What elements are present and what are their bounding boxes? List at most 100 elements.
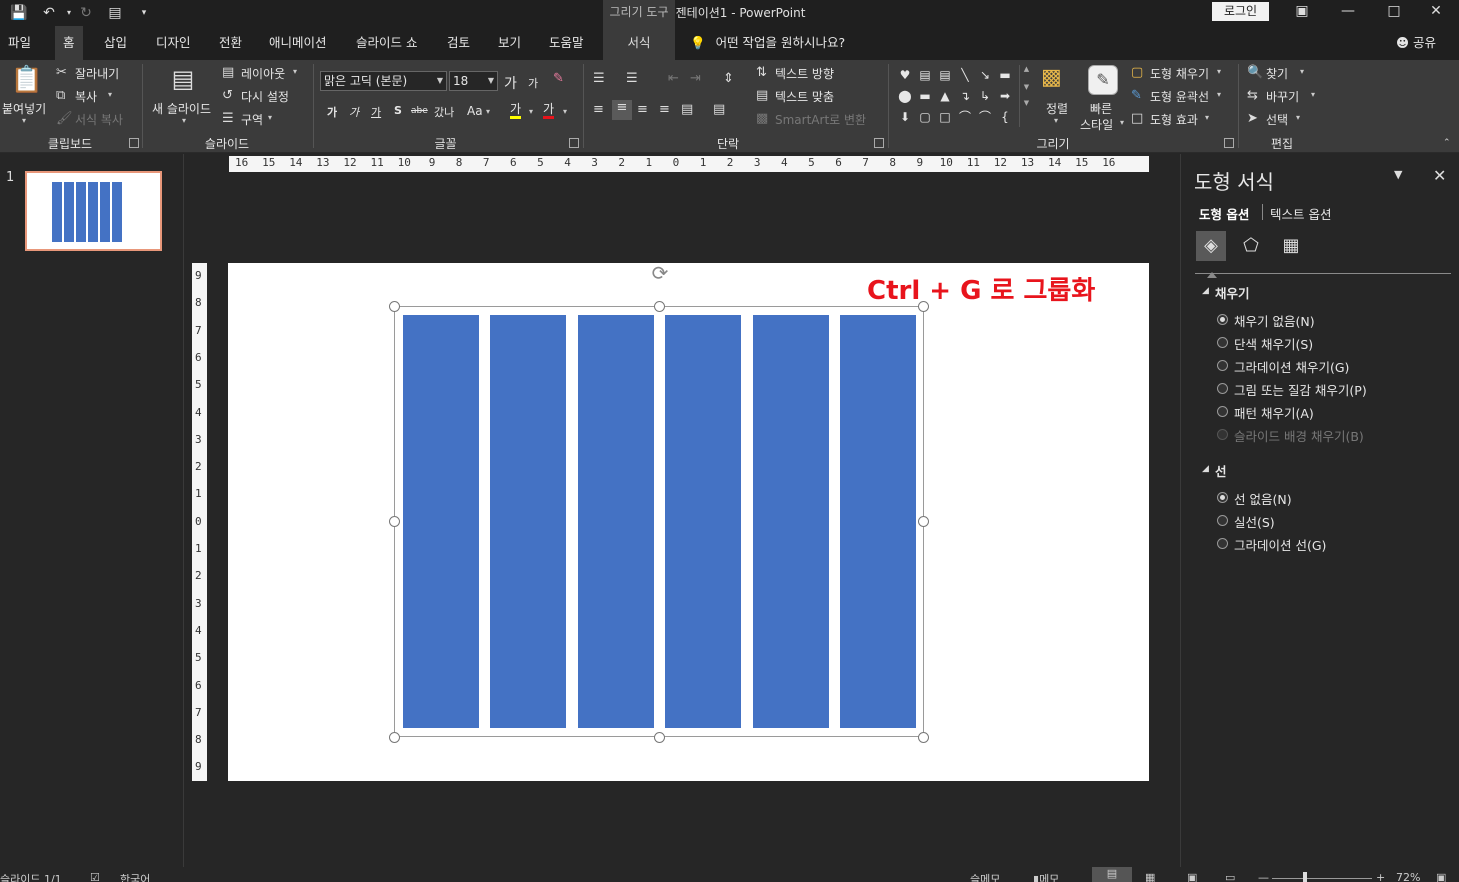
shape-fill-button[interactable]: 도형 채우기 <box>1150 65 1209 82</box>
bold-button[interactable]: 가 <box>327 104 337 120</box>
resize-handle-top-left[interactable] <box>389 301 400 312</box>
drawing-launcher-icon[interactable] <box>1224 138 1234 148</box>
justify-icon[interactable]: ≡ <box>659 102 670 117</box>
close-icon[interactable]: ✕ <box>1433 166 1446 185</box>
curve-shape-icon[interactable]: ⌒ <box>955 107 975 127</box>
slide-sorter-icon[interactable]: ▦ <box>1145 871 1155 882</box>
redo-icon[interactable]: ↻ <box>75 2 97 24</box>
numbering-icon[interactable]: ☰ <box>626 71 638 86</box>
tab-slideshow[interactable]: 슬라이드 쇼 <box>348 26 425 60</box>
annotation-text[interactable]: Ctrl + G 로 그룹화 <box>867 270 1095 307</box>
fit-to-window-icon[interactable]: ▣ <box>1436 871 1446 882</box>
shrink-font-button[interactable]: 가 <box>528 75 538 91</box>
arrow-line-shape-icon[interactable]: ↘ <box>975 65 995 85</box>
shape-fill-dropdown-icon[interactable]: ▾ <box>1217 67 1221 76</box>
align-text-button[interactable]: 텍스트 맞춤 <box>775 88 834 105</box>
tab-text-options[interactable]: 텍스트 옵션 <box>1270 204 1331 223</box>
clipboard-launcher-icon[interactable] <box>129 138 139 148</box>
gradient-fill-label[interactable]: 그라데이션 채우기(G) <box>1234 357 1349 376</box>
font-color-dropdown-icon[interactable]: ▾ <box>563 107 567 116</box>
format-painter-button[interactable]: 서식 복사 <box>75 111 123 128</box>
maximize-button[interactable]: □ <box>1371 0 1417 24</box>
tab-file[interactable]: 파일 <box>0 26 39 60</box>
shape-effects-dropdown-icon[interactable]: ▾ <box>1205 113 1209 122</box>
cut-button[interactable]: 잘라내기 <box>75 65 119 82</box>
rectangle-shape-icon[interactable]: ▬ <box>995 65 1015 85</box>
paste-button[interactable]: 붙여넣기 <box>2 100 46 117</box>
comments-button[interactable]: ▮메모 <box>1033 871 1059 882</box>
heart-shape-icon[interactable]: ♥ <box>895 65 915 85</box>
new-slide-button[interactable]: 새 슬라이드 <box>152 100 211 117</box>
callout-shape-icon[interactable]: ▢ <box>915 107 935 127</box>
tab-transitions[interactable]: 전환 <box>211 26 250 60</box>
columns-icon[interactable]: ▤ <box>713 102 725 117</box>
quick-styles-label-1[interactable]: 빠른 <box>1090 100 1112 117</box>
new-slide-icon[interactable]: ▤ <box>166 65 200 95</box>
align-right-icon[interactable]: ≡ <box>637 102 648 117</box>
find-dropdown-icon[interactable]: ▾ <box>1300 67 1304 76</box>
align-left-icon[interactable]: ≡ <box>593 102 604 117</box>
tab-format[interactable]: 서식 <box>603 26 675 60</box>
zoom-out-icon[interactable]: — <box>1258 871 1269 882</box>
close-button[interactable]: ✕ <box>1413 0 1459 24</box>
solid-fill-label[interactable]: 단색 채우기(S) <box>1234 334 1313 353</box>
radio-solid-line[interactable] <box>1217 515 1228 526</box>
zoom-in-icon[interactable]: + <box>1376 871 1385 882</box>
convert-smartart-button[interactable]: SmartArt로 변환 <box>775 111 866 128</box>
change-case-button[interactable]: Aa <box>467 104 483 118</box>
font-name-combo[interactable]: 맑은 고딕 (본문) ▼ <box>320 71 447 91</box>
paste-icon[interactable]: 📋 <box>10 65 44 97</box>
text-direction-button[interactable]: 텍스트 방향 <box>775 65 834 82</box>
resize-handle-bottom[interactable] <box>654 732 665 743</box>
line-shape-icon[interactable]: ╲ <box>955 65 975 85</box>
zoom-slider[interactable] <box>1272 878 1372 879</box>
character-spacing-button[interactable]: 갔나 <box>434 104 454 120</box>
italic-button[interactable]: 가 <box>349 104 359 120</box>
radio-gradient-line[interactable] <box>1217 538 1228 549</box>
decrease-indent-icon[interactable]: ⇤ <box>668 71 679 86</box>
no-fill-label[interactable]: 채우기 없음(N) <box>1234 311 1315 330</box>
distributed-icon[interactable]: ▤ <box>681 102 693 117</box>
customize-icon[interactable]: ▾ <box>133 2 155 24</box>
login-button[interactable]: 로그인 <box>1212 2 1269 21</box>
reading-view-icon[interactable]: ▣ <box>1187 871 1197 882</box>
radio-pattern-fill[interactable] <box>1217 406 1228 417</box>
down-arrow-shape-icon[interactable]: ⬇ <box>895 107 915 127</box>
replace-dropdown-icon[interactable]: ▾ <box>1311 90 1315 99</box>
font-size-combo[interactable]: 18 ▼ <box>449 71 498 91</box>
notes-button[interactable]: 슬메모 <box>970 871 1000 882</box>
resize-handle-top[interactable] <box>654 301 665 312</box>
reset-button[interactable]: 다시 설정 <box>241 88 289 105</box>
clear-formatting-icon[interactable]: ✎ <box>553 71 564 86</box>
chevron-up-icon[interactable]: ▲ <box>1020 65 1033 73</box>
slide-thumbnail[interactable] <box>25 171 162 251</box>
textbox-shape-icon[interactable]: ▤ <box>915 65 935 85</box>
minimize-button[interactable]: — <box>1325 0 1371 24</box>
undo-icon[interactable]: ↶ <box>38 2 60 24</box>
section-dropdown-icon[interactable]: ▾ <box>268 113 272 122</box>
brace-shape-icon[interactable]: □ <box>935 107 955 127</box>
new-slide-dropdown-icon[interactable]: ▾ <box>182 116 186 125</box>
quick-styles-label-2[interactable]: 스타일 <box>1080 116 1113 133</box>
triangle-shape-icon[interactable]: ▲ <box>935 86 955 106</box>
fill-line-icon[interactable]: ◈ <box>1196 231 1226 261</box>
align-center-icon[interactable]: ≡ <box>612 100 632 120</box>
line-spacing-icon[interactable]: ⇕ <box>723 71 734 86</box>
picture-fill-label[interactable]: 그림 또는 질감 채우기(P) <box>1234 380 1367 399</box>
present-icon[interactable]: ▤ <box>104 2 126 24</box>
strikethrough-button[interactable]: abe <box>411 106 428 116</box>
tell-me-search[interactable]: 💡 어떤 작업을 원하시나요? <box>690 26 845 60</box>
gradient-line-label[interactable]: 그라데이션 선(G) <box>1234 535 1326 554</box>
elbow-connector-shape-icon[interactable]: ↴ <box>955 86 975 106</box>
language-indicator[interactable]: 한국어 <box>120 871 150 882</box>
spellcheck-icon[interactable]: ☑ <box>90 871 100 882</box>
quick-styles-dropdown-icon[interactable]: ▾ <box>1120 118 1124 127</box>
tab-design[interactable]: 디자인 <box>148 26 199 60</box>
radio-gradient-fill[interactable] <box>1217 360 1228 371</box>
tab-shape-options[interactable]: 도형 옵션 <box>1199 204 1249 223</box>
oval-shape-icon[interactable]: ⬤ <box>895 86 915 106</box>
zoom-slider-thumb[interactable] <box>1303 872 1307 882</box>
radio-solid-fill[interactable] <box>1217 337 1228 348</box>
resize-handle-bottom-left[interactable] <box>389 732 400 743</box>
fill-section-header[interactable]: 채우기 <box>1215 283 1250 302</box>
